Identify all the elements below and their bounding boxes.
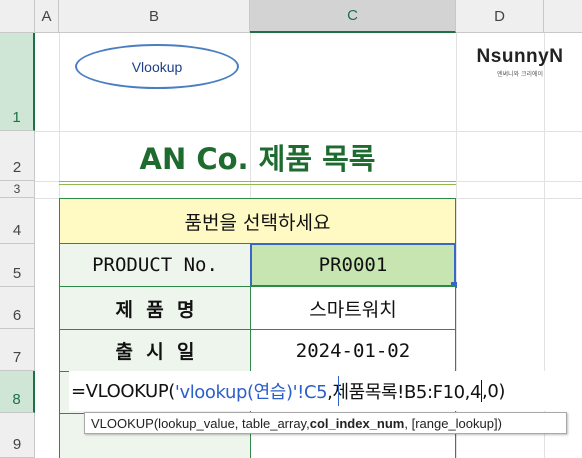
tooltip-suffix: , [range_lookup]) bbox=[404, 415, 502, 431]
label-cell-product-name[interactable]: 제 품 명 bbox=[59, 286, 251, 330]
value-cell-c5[interactable]: PR0001 bbox=[250, 243, 456, 287]
function-tooltip: VLOOKUP(lookup_value, table_array, col_i… bbox=[84, 412, 567, 434]
nsunnyn-logo: NsunnyN 엔써니와 크리에이 bbox=[470, 46, 570, 78]
column-header-a[interactable]: A bbox=[35, 0, 59, 33]
row-header-2[interactable]: 2 bbox=[0, 131, 35, 181]
title-underline-2 bbox=[59, 184, 456, 185]
oval-shape-label: Vlookup bbox=[131, 58, 183, 75]
value-cell-product-name[interactable]: 스마트워치 bbox=[250, 286, 456, 330]
formula-part-end: ,0) bbox=[482, 380, 506, 402]
column-header-c[interactable]: C bbox=[250, 0, 456, 33]
label-cell-product-no[interactable]: PRODUCT No. bbox=[59, 243, 251, 287]
reference-highlight-marker bbox=[338, 376, 339, 406]
label-cell-release-date[interactable]: 출 시 일 bbox=[59, 329, 251, 372]
row-header-1[interactable]: 1 bbox=[0, 33, 35, 131]
title-text: AN Co. 제품 목록 bbox=[139, 142, 376, 176]
row-header-8[interactable]: 8 bbox=[0, 371, 35, 413]
value-release-date: 2024-01-02 bbox=[295, 339, 411, 362]
formula-edit-box[interactable]: =VLOOKUP( 'vlookup(연습)'!C5 ,제품목록!B5:F10,… bbox=[69, 371, 575, 411]
table-header-text: 품번을 선택하세요 bbox=[184, 211, 331, 234]
formula-part-function: =VLOOKUP( bbox=[71, 380, 175, 402]
row-header-7[interactable]: 7 bbox=[0, 329, 35, 371]
value-product-no: PR0001 bbox=[318, 254, 388, 276]
column-header-d[interactable]: D bbox=[456, 0, 544, 33]
page-title: AN Co. 제품 목록 bbox=[59, 134, 456, 180]
vlookup-oval-shape[interactable]: Vlookup bbox=[75, 44, 239, 89]
label-release-date: 출 시 일 bbox=[115, 341, 195, 363]
logo-text: NsunnyN bbox=[476, 46, 564, 67]
tooltip-prefix: VLOOKUP(lookup_value, table_array, bbox=[91, 415, 310, 431]
label-product-no: PRODUCT No. bbox=[92, 254, 218, 276]
formula-part-range: ,제품목록!B5:F10,4 bbox=[327, 382, 482, 403]
logo-tagline: 엔써니와 크리에이 bbox=[496, 71, 544, 78]
value-product-name: 스마트워치 bbox=[309, 298, 397, 321]
row-header-9[interactable]: 9 bbox=[0, 413, 35, 458]
row-header-5[interactable]: 5 bbox=[0, 244, 35, 287]
tooltip-current-arg: col_index_num bbox=[309, 415, 405, 431]
row-header-6[interactable]: 6 bbox=[0, 287, 35, 329]
value-cell-release-date[interactable]: 2024-01-02 bbox=[250, 329, 456, 372]
column-header-b[interactable]: B bbox=[59, 0, 250, 33]
row-header-4[interactable]: 4 bbox=[0, 198, 35, 244]
formula-part-reference: 'vlookup(연습)'!C5 bbox=[174, 382, 328, 403]
row-header-3[interactable]: 3 bbox=[0, 181, 35, 198]
label-product-name: 제 품 명 bbox=[115, 298, 195, 321]
corner-select-all[interactable] bbox=[0, 0, 35, 33]
column-header-empty bbox=[544, 0, 582, 33]
table-header-cell[interactable]: 품번을 선택하세요 bbox=[59, 198, 456, 244]
title-underline bbox=[59, 181, 456, 182]
